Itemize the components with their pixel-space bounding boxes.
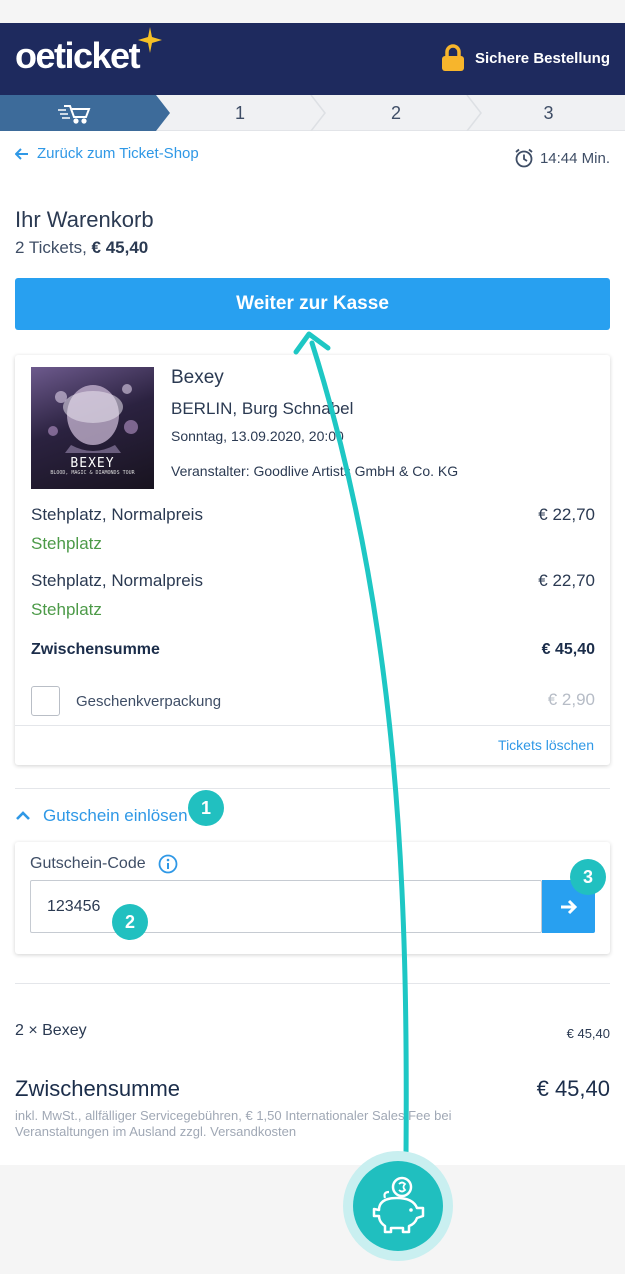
summary-title: Zwischensumme	[15, 1076, 181, 1101]
ticket-item: Stehplatz, Normalpreis Stehplatz € 22,70	[31, 571, 595, 620]
gift-wrap-option: Geschenkverpackung € 2,90	[31, 686, 595, 716]
event-date: Sonntag, 13.09.2020, 20:00	[171, 428, 344, 444]
chevron-up-icon	[16, 811, 30, 820]
header: oeticket Sichere Bestellung	[0, 23, 625, 95]
step-3[interactable]: 3	[482, 95, 615, 131]
divider	[15, 788, 610, 789]
voucher-label-text: Gutschein-Code	[30, 855, 146, 872]
poster-tour: BLOOD, MAGIC & DIAMONDS TOUR	[50, 470, 135, 476]
event-organizer: Veranstalter: Goodlive Artists GmbH & Co…	[171, 463, 459, 479]
summary-item: 2 × Bexey	[15, 1022, 87, 1039]
voucher-card: Gutschein-Code	[15, 842, 610, 954]
ticket-price: € 22,70	[538, 571, 595, 590]
poster-title: BEXEY	[70, 456, 115, 471]
reservation-timer: 14:44 Min.	[514, 148, 610, 168]
checkout-button[interactable]: Weiter zur Kasse	[15, 278, 610, 330]
top-strip	[0, 0, 625, 23]
arrow-right-icon	[560, 899, 577, 914]
card-subtotal-label: Zwischensumme	[31, 641, 160, 658]
card-subtotal: Zwischensumme € 45,40	[31, 641, 595, 659]
voucher-toggle[interactable]: Gutschein einlösen	[15, 806, 188, 826]
gift-wrap-label[interactable]: Geschenkverpackung	[76, 693, 221, 710]
step-divider	[466, 95, 482, 131]
piggy-bank-button	[353, 1161, 443, 1251]
info-icon[interactable]	[158, 854, 178, 874]
annotation-badge-3: 3	[570, 859, 606, 895]
piggy-bank-icon	[372, 1176, 425, 1234]
step-cart[interactable]	[0, 95, 170, 131]
card-subtotal-value: € 45,40	[541, 641, 595, 658]
divider	[15, 725, 610, 726]
step-divider	[310, 95, 326, 131]
alarm-clock-icon	[515, 148, 533, 168]
main-content: Zurück zum Ticket-Shop 14:44 Min. Ihr Wa…	[0, 131, 625, 1165]
gift-wrap-checkbox[interactable]	[31, 686, 60, 716]
step-2[interactable]: 2	[326, 95, 466, 131]
ticket-name: Stehplatz, Normalpreis	[31, 505, 203, 524]
timer-value: 14:44 Min.	[539, 149, 610, 167]
divider	[15, 983, 610, 984]
annotation-badge-2: 2	[112, 904, 148, 940]
ticket-item: Stehplatz, Normalpreis Stehplatz € 22,70	[31, 505, 595, 554]
event-poster: BEXEY BLOOD, MAGIC & DIAMONDS TOUR	[31, 367, 154, 489]
cart-title: Ihr Warenkorb	[15, 207, 154, 232]
step-1[interactable]: 1	[170, 95, 310, 131]
event-name: Bexey	[171, 367, 224, 388]
voucher-field-label: Gutschein-Code	[30, 854, 178, 874]
back-link-label: Zurück zum Ticket-Shop	[37, 145, 199, 162]
star-icon	[138, 27, 162, 53]
ticket-category: Stehplatz	[31, 600, 102, 619]
ticket-name: Stehplatz, Normalpreis	[31, 571, 203, 590]
arrow-left-icon	[15, 147, 28, 160]
ticket-count: 2 Tickets,	[15, 238, 87, 257]
back-to-shop-link[interactable]: Zurück zum Ticket-Shop	[15, 145, 199, 162]
ticket-price: € 22,70	[538, 505, 595, 524]
gift-wrap-price: € 2,90	[547, 690, 595, 709]
annotation-badge-1: 1	[188, 790, 224, 826]
secure-order: Sichere Bestellung	[441, 44, 610, 72]
cart-total: € 45,40	[91, 238, 149, 257]
lock-icon	[441, 44, 464, 71]
event-card: BEXEY BLOOD, MAGIC & DIAMONDS TOUR Bexey…	[15, 355, 610, 765]
event-venue: BERLIN, Burg Schnabel	[171, 399, 354, 418]
summary-note: inkl. MwSt., allfälliger Servicegebühren…	[15, 1108, 452, 1139]
voucher-code-input[interactable]	[30, 880, 542, 933]
cart-summary: 2 Tickets, € 45,40	[15, 238, 148, 258]
delete-tickets-link[interactable]: Tickets löschen	[498, 737, 594, 753]
checkout-steps: 1 2 3	[0, 95, 625, 131]
secure-order-label: Sichere Bestellung	[474, 49, 610, 67]
summary-total: € 45,40	[536, 1076, 610, 1101]
oeticket-logo[interactable]: oeticket	[15, 35, 141, 77]
voucher-toggle-label: Gutschein einlösen	[43, 806, 188, 825]
ticket-category: Stehplatz	[31, 534, 102, 553]
summary-item-price: € 45,40	[566, 1026, 610, 1041]
